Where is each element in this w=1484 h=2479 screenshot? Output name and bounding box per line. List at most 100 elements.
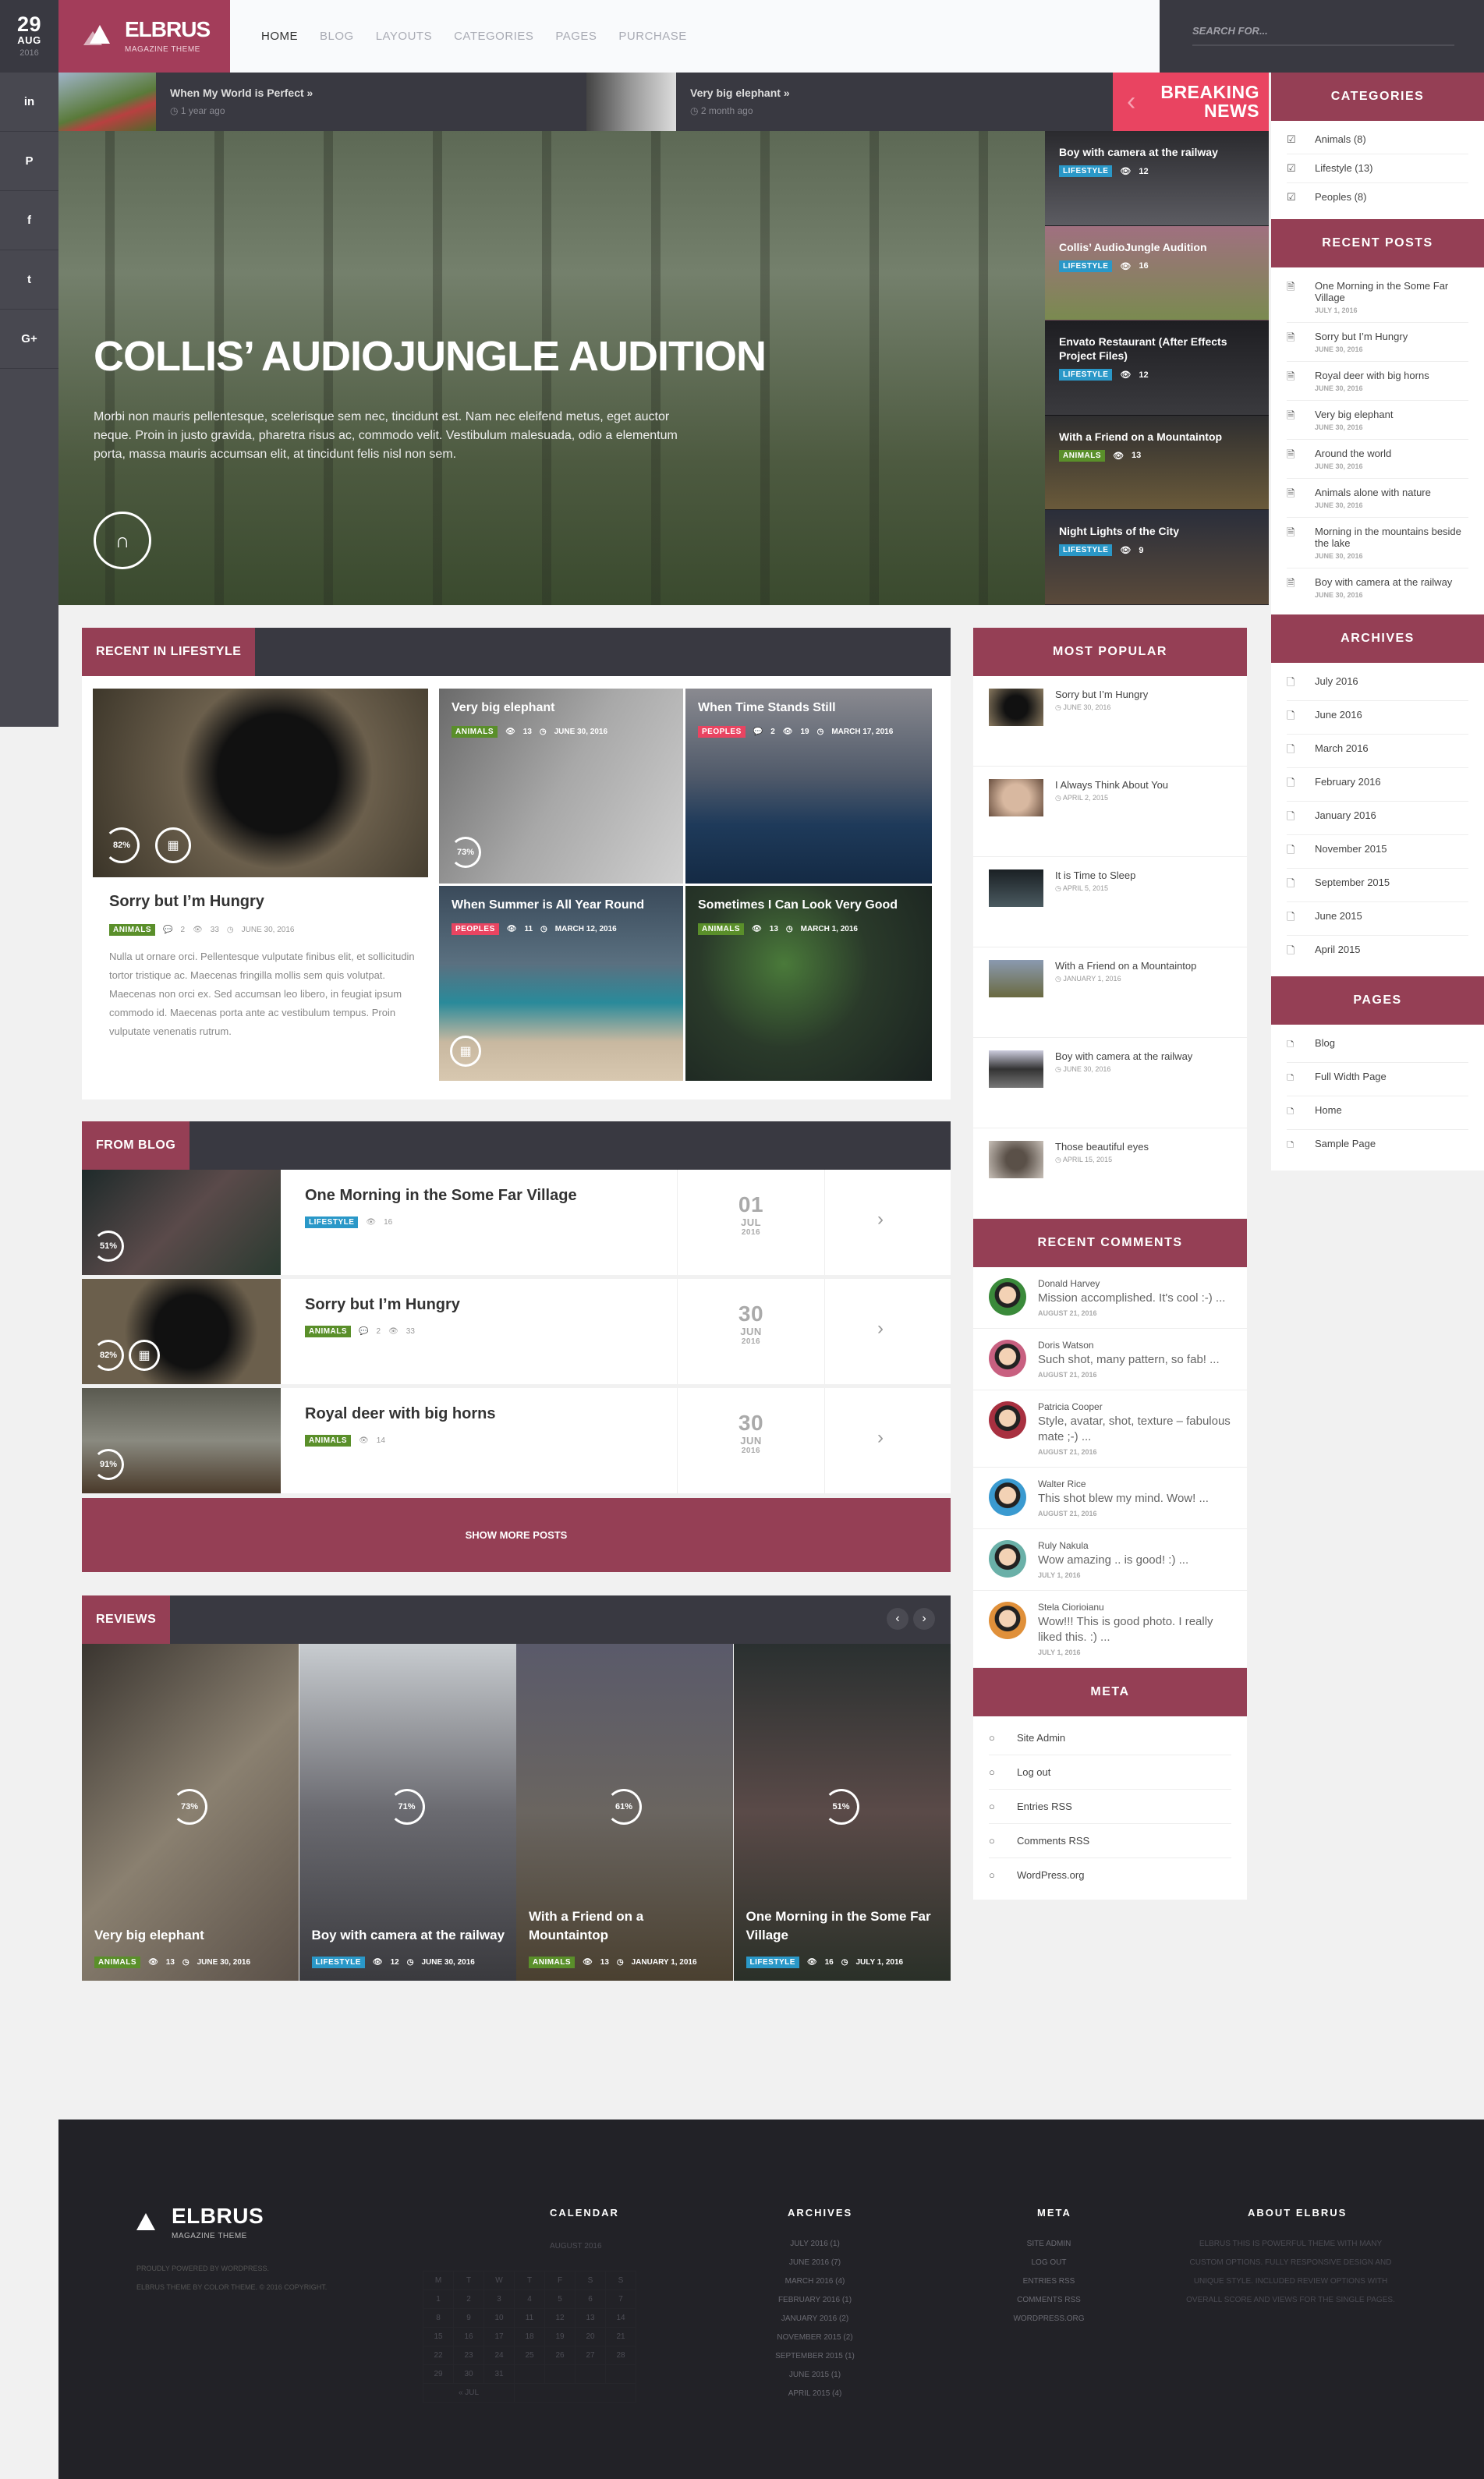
- pinterest-icon[interactable]: P: [0, 132, 58, 191]
- hero-list-item[interactable]: Night Lights of the City LIFESTYLE 👁 9: [1045, 510, 1269, 605]
- hero-list-item[interactable]: Boy with camera at the railway LIFESTYLE 👁…: [1045, 131, 1269, 226]
- calendar-day[interactable]: 11: [514, 2308, 545, 2328]
- category-tag[interactable]: ANIMALS: [698, 923, 745, 935]
- footer-archive-link[interactable]: SEPTEMBER 2015 (1): [760, 2347, 870, 2366]
- category-tag[interactable]: ANIMALS: [529, 1957, 576, 1968]
- comment-author[interactable]: Ruly Nakula: [1038, 1540, 1188, 1551]
- footer-meta-link[interactable]: ENTRIES RSS: [998, 2272, 1100, 2291]
- tile-title[interactable]: Very big elephant: [452, 701, 554, 715]
- archive-label[interactable]: November 2015: [1315, 843, 1468, 860]
- popular-item[interactable]: I Always Think About You ◷ APRIL 2, 2015: [973, 767, 1247, 857]
- blog-row[interactable]: 51% One Morning in the Some Far Village LI…: [82, 1170, 951, 1275]
- hero-list-item[interactable]: With a Friend on a Mountaintop ANIMALS 👁 13: [1045, 415, 1269, 511]
- meta-link[interactable]: Comments RSS: [1017, 1835, 1231, 1847]
- meta-link[interactable]: Log out: [1017, 1766, 1231, 1778]
- comment-author[interactable]: Stela Ciorioianu: [1038, 1602, 1231, 1613]
- archive-label[interactable]: February 2016: [1315, 776, 1468, 793]
- archive-label[interactable]: January 2016: [1315, 809, 1468, 827]
- review-card[interactable]: 51% One Morning in the Some Far Village LI…: [733, 1644, 951, 1981]
- page-item[interactable]: 🗅 Home: [1287, 1096, 1468, 1130]
- meta-item[interactable]: ○ WordPress.org: [989, 1858, 1231, 1892]
- blog-row[interactable]: 91% Royal deer with big horns ANIMALS 👁 14 30…: [82, 1388, 951, 1493]
- category-tag[interactable]: ANIMALS: [109, 924, 156, 936]
- blog-thumbnail[interactable]: 51%: [82, 1170, 281, 1275]
- calendar-day[interactable]: 10: [483, 2308, 515, 2328]
- review-card[interactable]: 71% Boy with camera at the railway LIFESTY…: [299, 1644, 516, 1981]
- calendar-day[interactable]: 16: [453, 2327, 484, 2346]
- hero-list-title[interactable]: Collis’ AudioJungle Audition: [1059, 240, 1255, 254]
- category-tag[interactable]: LIFESTYLE: [746, 1957, 799, 1968]
- popular-thumbnail[interactable]: [989, 960, 1043, 997]
- linkedin-icon[interactable]: in: [0, 73, 58, 132]
- footer-meta-link[interactable]: COMMENTS RSS: [998, 2291, 1100, 2310]
- review-title[interactable]: Very big elephant: [94, 1926, 289, 1945]
- footer-archive-link[interactable]: NOVEMBER 2015 (2): [760, 2328, 870, 2347]
- blog-title[interactable]: One Morning in the Some Far Village: [305, 1187, 577, 1205]
- calendar-day[interactable]: 1: [423, 2290, 454, 2309]
- category-tag[interactable]: LIFESTYLE: [1059, 369, 1113, 381]
- recent-post-title[interactable]: Royal deer with big horns: [1315, 370, 1468, 381]
- footer-meta-link[interactable]: SITE ADMIN: [998, 2235, 1100, 2254]
- calendar-day[interactable]: 26: [544, 2346, 576, 2365]
- category-tag[interactable]: LIFESTYLE: [311, 1957, 365, 1968]
- review-title[interactable]: With a Friend on a Mountaintop: [529, 1907, 724, 1945]
- blog-title[interactable]: Sorry but I’m Hungry: [305, 1296, 460, 1314]
- calendar-day[interactable]: 25: [514, 2346, 545, 2365]
- calendar-prev-link[interactable]: « JUL: [423, 2383, 515, 2403]
- category-label[interactable]: Animals (8): [1315, 133, 1468, 146]
- ticker-item[interactable]: When My World is Perfect » ◷ 1 year ago: [58, 73, 313, 131]
- calendar-day[interactable]: 14: [605, 2308, 636, 2328]
- category-tag[interactable]: ANIMALS: [305, 1326, 352, 1337]
- footer-archive-link[interactable]: FEBRUARY 2016 (1): [760, 2291, 870, 2310]
- archive-item[interactable]: 🗋 June 2015: [1287, 902, 1468, 936]
- comment-item[interactable]: Ruly Nakula Wow amazing .. is good! :) ..…: [973, 1529, 1247, 1591]
- calendar-day[interactable]: 23: [453, 2346, 484, 2365]
- ticker-title[interactable]: When My World is Perfect »: [170, 87, 313, 99]
- post-tile[interactable]: Very big elephant ANIMALS 👁 13 ◷ JUNE 30, 20…: [439, 689, 683, 884]
- archive-item[interactable]: 🗋 March 2016: [1287, 735, 1468, 768]
- recent-post-item[interactable]: 🗎 Boy with camera at the railway JUNE 30, …: [1287, 568, 1468, 607]
- popular-item[interactable]: Those beautiful eyes ◷ APRIL 15, 2015: [973, 1128, 1247, 1219]
- archive-item[interactable]: 🗋 June 2016: [1287, 701, 1468, 735]
- popular-item[interactable]: It is Time to Sleep ◷ APRIL 5, 2015: [973, 857, 1247, 947]
- page-label[interactable]: Sample Page: [1315, 1138, 1468, 1155]
- google-plus-icon[interactable]: G+: [0, 310, 58, 369]
- footer-archive-link[interactable]: JANUARY 2016 (2): [760, 2310, 870, 2328]
- archive-label[interactable]: April 2015: [1315, 944, 1468, 961]
- hero-list-item[interactable]: Envato Restaurant (After Effects Project…: [1045, 320, 1269, 416]
- meta-item[interactable]: ○ Comments RSS: [989, 1824, 1231, 1858]
- comment-excerpt[interactable]: Style, avatar, shot, texture – fabulous …: [1038, 1414, 1231, 1445]
- recent-post-item[interactable]: 🗎 Morning in the mountains beside the lak…: [1287, 518, 1468, 568]
- popular-thumbnail[interactable]: [989, 1141, 1043, 1178]
- calendar-day[interactable]: 4: [514, 2290, 545, 2309]
- footer-archive-link[interactable]: JULY 2016 (1): [760, 2235, 870, 2254]
- calendar-day[interactable]: 7: [605, 2290, 636, 2309]
- feature-title[interactable]: Sorry but I’m Hungry: [109, 893, 264, 911]
- category-label[interactable]: Peoples (8): [1315, 191, 1468, 204]
- comment-item[interactable]: Donald Harvey Mission accomplished. It's …: [973, 1267, 1247, 1329]
- meta-link[interactable]: Site Admin: [1017, 1732, 1231, 1744]
- popular-thumbnail[interactable]: [989, 689, 1043, 726]
- popular-thumbnail[interactable]: [989, 779, 1043, 816]
- popular-item[interactable]: Sorry but I’m Hungry ◷ JUNE 30, 2016: [973, 676, 1247, 767]
- post-tile[interactable]: Sometimes I Can Look Very Good ANIMALS 👁 1…: [685, 886, 932, 1081]
- archive-item[interactable]: 🗋 November 2015: [1287, 835, 1468, 869]
- calendar-day[interactable]: 17: [483, 2327, 515, 2346]
- recent-post-item[interactable]: 🗎 Very big elephant JUNE 30, 2016: [1287, 401, 1468, 440]
- archive-item[interactable]: 🗋 February 2016: [1287, 768, 1468, 802]
- comment-excerpt[interactable]: Such shot, many pattern, so fab! ...: [1038, 1352, 1220, 1368]
- hero-title[interactable]: COLLIS’ AUDIOJUNGLE AUDITION: [94, 332, 767, 381]
- tile-title[interactable]: When Time Stands Still: [698, 701, 836, 715]
- category-tag[interactable]: PEOPLES: [452, 923, 499, 935]
- archive-label[interactable]: June 2016: [1315, 709, 1468, 726]
- blog-thumbnail[interactable]: 82% ▦: [82, 1279, 281, 1384]
- nav-blog[interactable]: BLOG: [320, 30, 354, 43]
- ticker-title[interactable]: Very big elephant »: [690, 87, 790, 99]
- calendar-day[interactable]: 30: [453, 2364, 484, 2384]
- recent-post-item[interactable]: 🗎 One Morning in the Some Far Village JULY…: [1287, 272, 1468, 323]
- calendar-day[interactable]: 5: [544, 2290, 576, 2309]
- chevron-right-icon[interactable]: ›: [877, 1427, 884, 1449]
- chevron-right-icon[interactable]: ›: [877, 1209, 884, 1231]
- calendar-day[interactable]: 21: [605, 2327, 636, 2346]
- recent-post-title[interactable]: Around the world: [1315, 448, 1468, 459]
